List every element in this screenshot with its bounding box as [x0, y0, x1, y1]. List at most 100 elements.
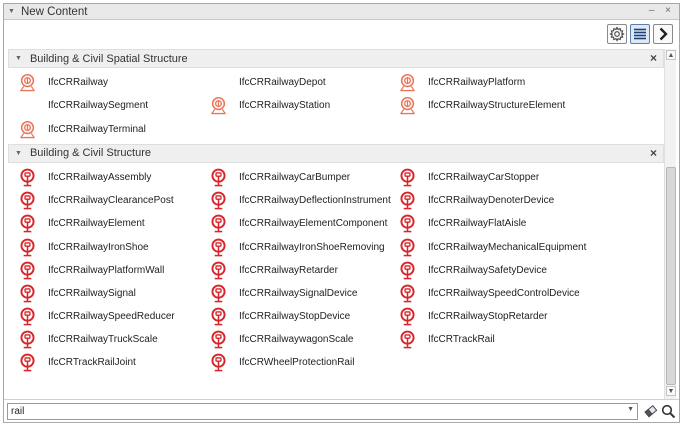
expand-button[interactable] [653, 24, 673, 44]
spatial-element-icon [396, 73, 420, 92]
list-item[interactable]: IfcCRRailwayDepot [207, 71, 396, 94]
section-header-structure[interactable]: ▼ Building & Civil Structure × [8, 143, 664, 163]
list-view-button[interactable] [630, 24, 650, 44]
list-item[interactable]: IfcCRTrackRail [396, 328, 610, 351]
list-item[interactable]: IfcCRRailwayFlatAisle [396, 212, 610, 235]
railway-element-icon [396, 191, 420, 210]
minimize-button[interactable]: – [649, 5, 659, 16]
list-item[interactable]: IfcCRRailwayTruckScale [16, 328, 207, 351]
item-label: IfcCRRailwayIronShoeRemoving [239, 241, 385, 253]
item-label: IfcCRRailwaySafetyDevice [428, 264, 547, 276]
railway-element-icon [396, 307, 420, 326]
item-label: IfcCRRailwaySegment [48, 100, 149, 112]
search-box[interactable]: ▼ [7, 403, 638, 420]
railway-element-icon [207, 284, 231, 303]
list-item[interactable]: IfcCRRailwayElement [16, 212, 207, 235]
railway-element-icon [207, 191, 231, 210]
scroll-down-icon[interactable]: ▼ [666, 386, 676, 396]
search-history-dropdown-icon[interactable]: ▼ [627, 406, 634, 413]
item-label: IfcCRRailwaywagonScale [239, 334, 354, 346]
railway-element-icon [16, 168, 40, 187]
list-item[interactable]: IfcCRRailwayStopDevice [207, 305, 396, 328]
structure-items: IfcCRRailwayAssembly IfcCRRailwayCarBumpe… [8, 163, 664, 375]
settings-button[interactable] [607, 24, 627, 44]
chevron-right-icon [659, 27, 668, 41]
railway-element-icon [396, 284, 420, 303]
item-label: IfcCRRailwayStructureElement [428, 100, 566, 112]
list-item[interactable]: IfcCRRailwayElementComponent [207, 212, 396, 235]
list-item[interactable]: IfcCRWheelProtectionRail [207, 351, 396, 374]
list-view-icon [634, 28, 646, 40]
railway-element-icon [207, 353, 231, 372]
railway-element-icon [396, 168, 420, 187]
item-label: IfcCRRailwaySpeedReducer [48, 311, 175, 323]
list-item[interactable]: IfcCRRailwayDenoterDevice [396, 189, 610, 212]
item-label: IfcCRRailwayFlatAisle [428, 218, 527, 230]
close-section-button[interactable]: × [650, 146, 657, 160]
railway-element-icon [396, 261, 420, 280]
railway-element-icon [207, 168, 231, 187]
search-button[interactable] [660, 403, 676, 419]
list-item[interactable]: IfcCRRailway [16, 71, 207, 94]
list-item[interactable]: IfcCRRailwaySpeedControlDevice [396, 282, 610, 305]
item-label: IfcCRTrackRail [428, 334, 495, 346]
item-label: IfcCRRailwayAssembly [48, 171, 152, 183]
item-label: IfcCRRailwayCarBumper [239, 171, 351, 183]
scrollbar-thumb[interactable] [666, 167, 676, 385]
list-item[interactable]: IfcCRRailwayCarBumper [207, 166, 396, 189]
item-label: IfcCRRailway [48, 77, 109, 89]
list-item[interactable]: IfcCRRailwayStopRetarder [396, 305, 610, 328]
panel-toolbar [607, 24, 673, 46]
item-label: IfcCRRailwayMechanicalEquipment [428, 241, 587, 253]
railway-element-icon [207, 261, 231, 280]
railway-element-icon [396, 214, 420, 233]
search-bar: ▼ [4, 399, 679, 422]
list-item[interactable]: IfcCRRailwaySpeedReducer [16, 305, 207, 328]
search-input[interactable] [8, 406, 618, 417]
item-label: IfcCRRailwayRetarder [239, 264, 338, 276]
collapse-triangle-icon[interactable]: ▼ [15, 55, 22, 62]
list-item[interactable]: IfcCRRailwaySignal [16, 282, 207, 305]
item-label: IfcCRWheelProtectionRail [239, 357, 355, 369]
spatial-element-icon [16, 73, 40, 92]
list-item[interactable]: IfcCRTrackRailJoint [16, 351, 207, 374]
list-item[interactable]: IfcCRRailwayAssembly [16, 166, 207, 189]
collapse-triangle-icon[interactable]: ▼ [8, 8, 15, 15]
section-header-spatial-structure[interactable]: ▼ Building & Civil Spatial Structure × [8, 49, 664, 68]
list-item[interactable]: IfcCRRailwayPlatform [396, 71, 610, 94]
list-item[interactable]: IfcCRRailwayRetarder [207, 259, 396, 282]
list-item[interactable]: IfcCRRailwayMechanicalEquipment [396, 235, 610, 258]
railway-element-icon [16, 214, 40, 233]
list-item[interactable]: IfcCRRailwaySafetyDevice [396, 259, 610, 282]
list-item[interactable]: IfcCRRailwayStation [207, 94, 396, 117]
list-item[interactable]: IfcCRRailwayStructureElement [396, 94, 610, 117]
list-item[interactable]: IfcCRRailwayIronShoe [16, 235, 207, 258]
clear-search-button[interactable] [642, 403, 658, 419]
close-section-button[interactable]: × [650, 51, 657, 65]
list-item[interactable]: IfcCRRailwayPlatformWall [16, 259, 207, 282]
section-title: Building & Civil Structure [29, 147, 151, 160]
spatial-element-icon [16, 120, 40, 139]
item-label: IfcCRRailwayClearancePost [48, 195, 174, 207]
railway-element-icon [396, 330, 420, 349]
item-label: IfcCRRailwayPlatformWall [48, 264, 165, 276]
scroll-up-icon[interactable]: ▲ [666, 50, 676, 60]
list-item[interactable]: IfcCRRailwayCarStopper [396, 166, 610, 189]
spatial-element-icon [396, 96, 420, 115]
panel-titlebar[interactable]: ▼ New Content – × [4, 4, 679, 20]
close-panel-button[interactable]: × [665, 5, 675, 16]
vertical-scrollbar[interactable]: ▲ ▼ [664, 49, 676, 399]
list-item[interactable]: IfcCRRailwayIronShoeRemoving [207, 235, 396, 258]
list-item[interactable]: IfcCRRailwaySignalDevice [207, 282, 396, 305]
item-label: IfcCRRailwayElementComponent [239, 218, 388, 230]
railway-element-icon [16, 238, 40, 257]
spatial-element-icon [207, 96, 231, 115]
item-label: IfcCRRailwaySignalDevice [239, 287, 358, 299]
list-item[interactable]: IfcCRRailwayClearancePost [16, 189, 207, 212]
list-item[interactable]: IfcCRRailwayDeflectionInstrument [207, 189, 396, 212]
list-item[interactable]: IfcCRRailwaySegment [16, 94, 207, 117]
list-item[interactable]: IfcCRRailwaywagonScale [207, 328, 396, 351]
collapse-triangle-icon[interactable]: ▼ [15, 150, 22, 157]
railway-element-icon [207, 238, 231, 257]
list-item[interactable]: IfcCRRailwayTerminal [16, 118, 207, 141]
